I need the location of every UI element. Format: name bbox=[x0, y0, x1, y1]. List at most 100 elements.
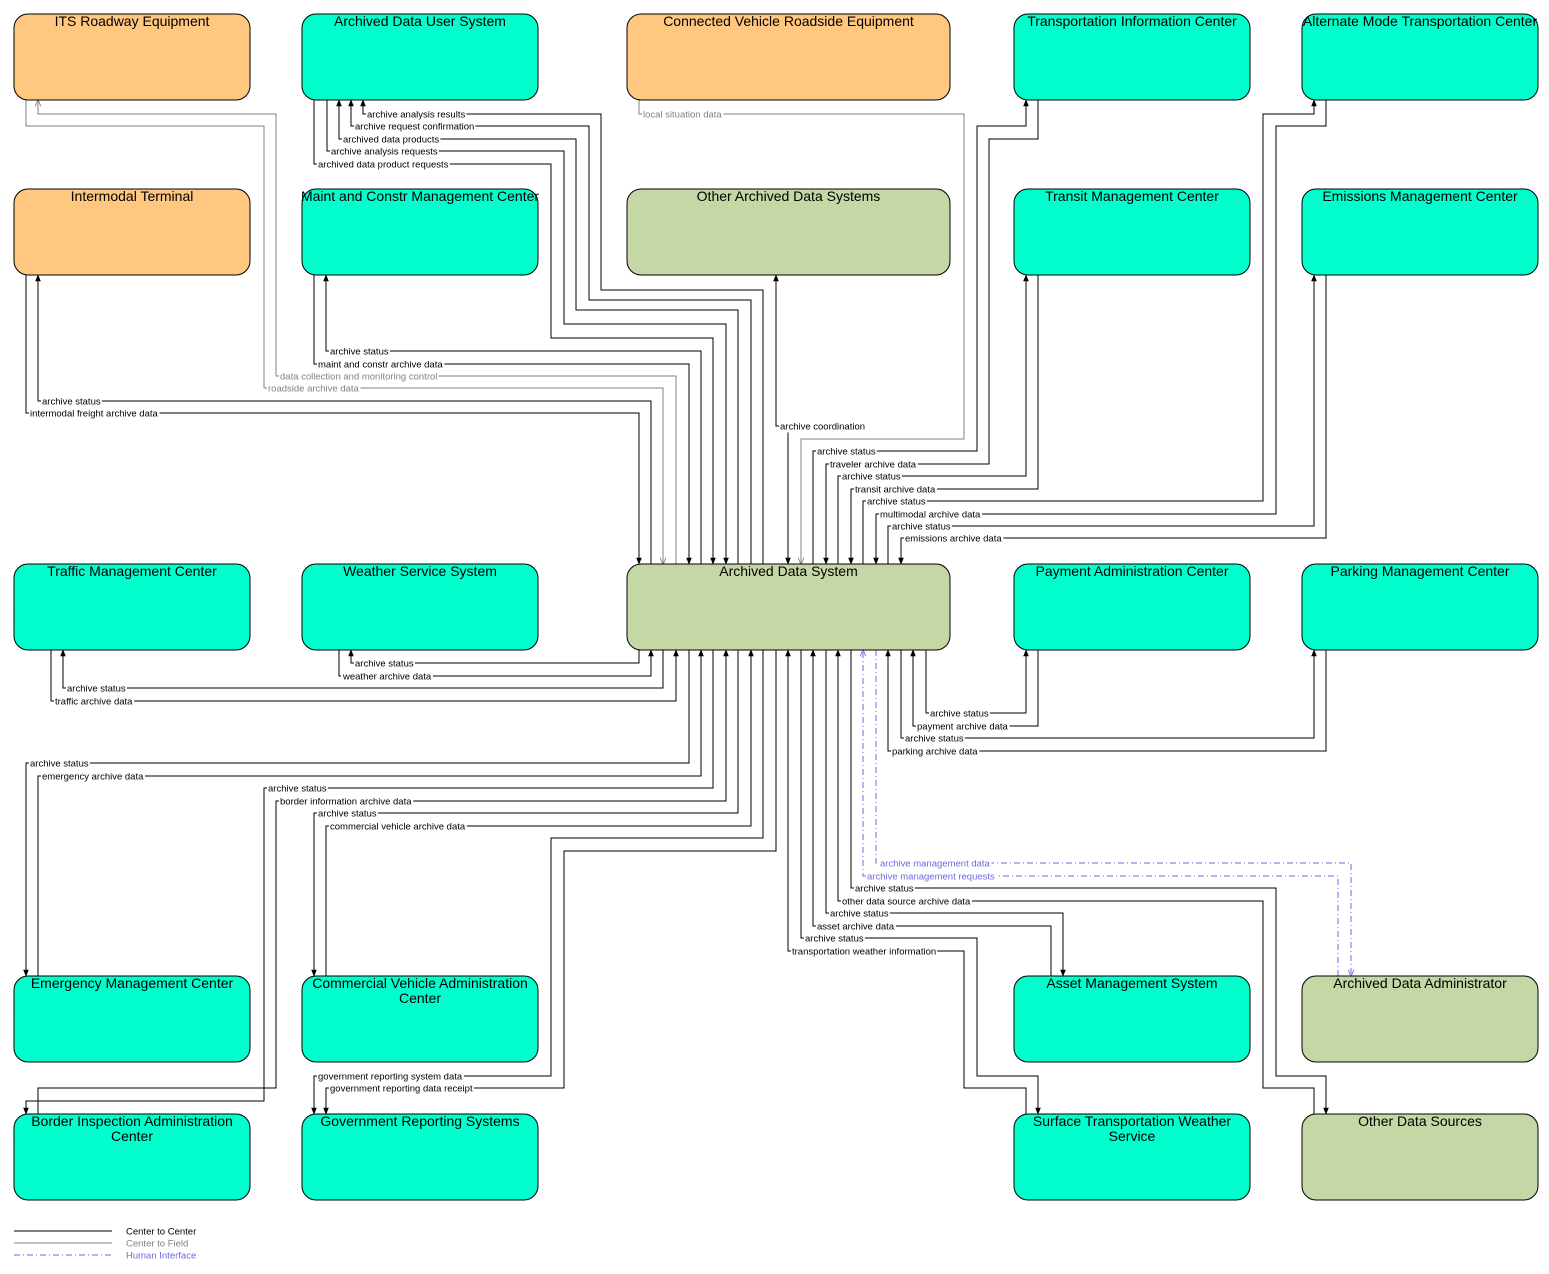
node-emergency-management-center[interactable]: Emergency Management Center bbox=[13, 975, 251, 1063]
node-label: Alternate Mode Transportation Center bbox=[1303, 13, 1538, 29]
flow-label-group: emissions archive data bbox=[904, 533, 1004, 545]
flow-label-emergency-archive-data: emergency archive data bbox=[42, 772, 144, 783]
node-label: Traffic Management Center bbox=[47, 563, 217, 579]
flow-label-group: traveler archive data bbox=[829, 459, 918, 471]
architecture-diagram: ITS Roadway Equipment Archived Data User … bbox=[13, 13, 1539, 1262]
flow-line-maint-and-constr-archive-data bbox=[313, 275, 692, 565]
node-commercial-vehicle-administration-center[interactable]: Commercial Vehicle AdministrationCenter bbox=[301, 975, 539, 1063]
node-archived-data-administrator[interactable]: Archived Data Administrator bbox=[1301, 975, 1539, 1063]
flow-label-archive-status: archive status bbox=[355, 659, 414, 670]
node-transit-management-center[interactable]: Transit Management Center bbox=[1013, 188, 1251, 276]
flow-label-group: archive status bbox=[354, 658, 415, 670]
flow-label-group: archive status bbox=[929, 708, 990, 720]
flow-label-archive-status: archive status bbox=[67, 684, 126, 695]
flow-label-archive-management-data: archive management data bbox=[880, 859, 991, 870]
flow-label-group: emergency archive data bbox=[41, 771, 146, 783]
flow-label-archive-status: archive status bbox=[830, 909, 889, 920]
node-label: Other Archived Data Systems bbox=[697, 188, 881, 204]
node-weather-service-system[interactable]: Weather Service System bbox=[301, 563, 539, 651]
node-maint-and-constr-management-center[interactable]: Maint and Constr Management Center bbox=[301, 188, 539, 276]
flow-label-archive-status: archive status bbox=[30, 759, 89, 770]
flow-label-group: commercial vehicle archive data bbox=[329, 821, 467, 833]
flow-line-multimodal-archive-data bbox=[873, 100, 1327, 565]
node-traffic-management-center[interactable]: Traffic Management Center bbox=[13, 563, 251, 651]
flow-line-archive-management-requests bbox=[863, 650, 1339, 976]
node-label: Payment Administration Center bbox=[1036, 563, 1229, 579]
flow-label-group: archive management data bbox=[879, 858, 992, 870]
flow-label-group: transportation weather information bbox=[791, 946, 938, 958]
flow-label-archive-analysis-results: archive analysis results bbox=[367, 110, 465, 121]
flow-label-archive-status: archive status bbox=[268, 784, 327, 795]
flow-label-archive-status: archive status bbox=[805, 934, 864, 945]
node-label: Government Reporting Systems bbox=[320, 1113, 519, 1129]
flow-label-group: archive request confirmation bbox=[354, 121, 476, 133]
flow-label-government-reporting-data-receipt: government reporting data receipt bbox=[330, 1084, 473, 1095]
flow-label-archive-status: archive status bbox=[930, 709, 989, 720]
node-label: Commercial Vehicle Administration bbox=[312, 975, 528, 991]
node-other-archived-data-systems[interactable]: Other Archived Data Systems bbox=[626, 188, 951, 276]
flow-label-group: traffic archive data bbox=[54, 696, 135, 708]
flow-label-group: archive status bbox=[329, 346, 390, 358]
node-transportation-information-center[interactable]: Transportation Information Center bbox=[1013, 13, 1251, 101]
node-label: Transit Management Center bbox=[1045, 188, 1219, 204]
flow-label-parking-archive-data: parking archive data bbox=[892, 747, 978, 758]
node-archived-data-system[interactable]: Archived Data System bbox=[626, 563, 951, 651]
nodes-layer: ITS Roadway Equipment Archived Data User … bbox=[13, 13, 1539, 1201]
flow-label-group: multimodal archive data bbox=[879, 509, 983, 521]
flow-label-group: other data source archive data bbox=[841, 896, 973, 908]
flow-label-archived-data-products: archived data products bbox=[343, 135, 439, 146]
flow-label-border-information-archive-data: border information archive data bbox=[280, 797, 412, 808]
node-label: Connected Vehicle Roadside Equipment bbox=[663, 13, 914, 29]
flow-label-group: payment archive data bbox=[916, 721, 1010, 733]
node-its-roadway-equipment[interactable]: ITS Roadway Equipment bbox=[13, 13, 251, 101]
node-asset-management-system[interactable]: Asset Management System bbox=[1013, 975, 1251, 1063]
node-connected-vehicle-roadside-equipment[interactable]: Connected Vehicle Roadside Equipment bbox=[626, 13, 951, 101]
flow-label-transportation-weather-information: transportation weather information bbox=[792, 947, 936, 958]
flow-label-group: asset archive data bbox=[816, 921, 896, 933]
node-label: Emissions Management Center bbox=[1322, 188, 1518, 204]
flow-label-archive-status: archive status bbox=[867, 497, 926, 508]
flow-label-archive-status: archive status bbox=[318, 809, 377, 820]
flow-label-group: archived data product requests bbox=[317, 159, 450, 171]
node-government-reporting-systems[interactable]: Government Reporting Systems bbox=[301, 1113, 539, 1201]
node-label: ITS Roadway Equipment bbox=[55, 13, 210, 29]
legend-label-human-interface: Human Interface bbox=[126, 1251, 196, 1262]
node-archived-data-user-system[interactable]: Archived Data User System bbox=[301, 13, 539, 101]
flow-label-multimodal-archive-data: multimodal archive data bbox=[880, 510, 981, 521]
flow-label-archive-status: archive status bbox=[892, 522, 951, 533]
flow-line-archive-status bbox=[887, 274, 1317, 564]
node-surface-transportation-weather-service[interactable]: Surface Transportation WeatherService bbox=[1013, 1113, 1251, 1201]
node-parking-management-center[interactable]: Parking Management Center bbox=[1301, 563, 1539, 651]
flow-label-group: transit archive data bbox=[854, 484, 937, 496]
node-label: Border Inspection Administration bbox=[31, 1113, 233, 1129]
node-label: Emergency Management Center bbox=[31, 975, 234, 991]
node-border-inspection-administration-center[interactable]: Border Inspection AdministrationCenter bbox=[13, 1113, 251, 1201]
flow-label-archive-status: archive status bbox=[842, 472, 901, 483]
flow-label-archive-status: archive status bbox=[330, 347, 389, 358]
node-payment-administration-center[interactable]: Payment Administration Center bbox=[1013, 563, 1251, 651]
flow-label-group: data collection and monitoring control bbox=[279, 371, 439, 383]
flow-label-archive-coordination: archive coordination bbox=[780, 422, 865, 433]
flow-label-group: archive status bbox=[816, 446, 877, 458]
flow-label-government-reporting-system-data: government reporting system data bbox=[318, 1072, 463, 1083]
node-label: Service bbox=[1109, 1128, 1156, 1144]
flow-label-group: archive status bbox=[317, 808, 378, 820]
flow-label-group: archive status bbox=[66, 683, 127, 695]
flow-label-local-situation-data: local situation data bbox=[643, 110, 722, 121]
node-alternate-mode-transportation-center[interactable]: Alternate Mode Transportation Center bbox=[1301, 13, 1539, 101]
node-emissions-management-center[interactable]: Emissions Management Center bbox=[1301, 188, 1539, 276]
flow-label-emissions-archive-data: emissions archive data bbox=[905, 534, 1002, 545]
flow-label-commercial-vehicle-archive-data: commercial vehicle archive data bbox=[330, 822, 466, 833]
flow-label-asset-archive-data: asset archive data bbox=[817, 922, 895, 933]
flow-label-group: archived data products bbox=[342, 134, 441, 146]
node-intermodal-terminal[interactable]: Intermodal Terminal bbox=[13, 188, 251, 276]
flow-label-group: government reporting system data bbox=[317, 1071, 464, 1083]
flow-label-traveler-archive-data: traveler archive data bbox=[830, 460, 917, 471]
flow-label-group: archive status bbox=[854, 883, 915, 895]
flow-label-group: roadside archive data bbox=[267, 383, 361, 395]
flow-label-archive-request-confirmation: archive request confirmation bbox=[355, 122, 474, 133]
legend: Center to CenterCenter to FieldHuman Int… bbox=[14, 1227, 196, 1262]
flow-label-group: government reporting data receipt bbox=[329, 1083, 474, 1095]
flow-label-group: archive status bbox=[267, 783, 328, 795]
node-other-data-sources[interactable]: Other Data Sources bbox=[1301, 1113, 1539, 1201]
